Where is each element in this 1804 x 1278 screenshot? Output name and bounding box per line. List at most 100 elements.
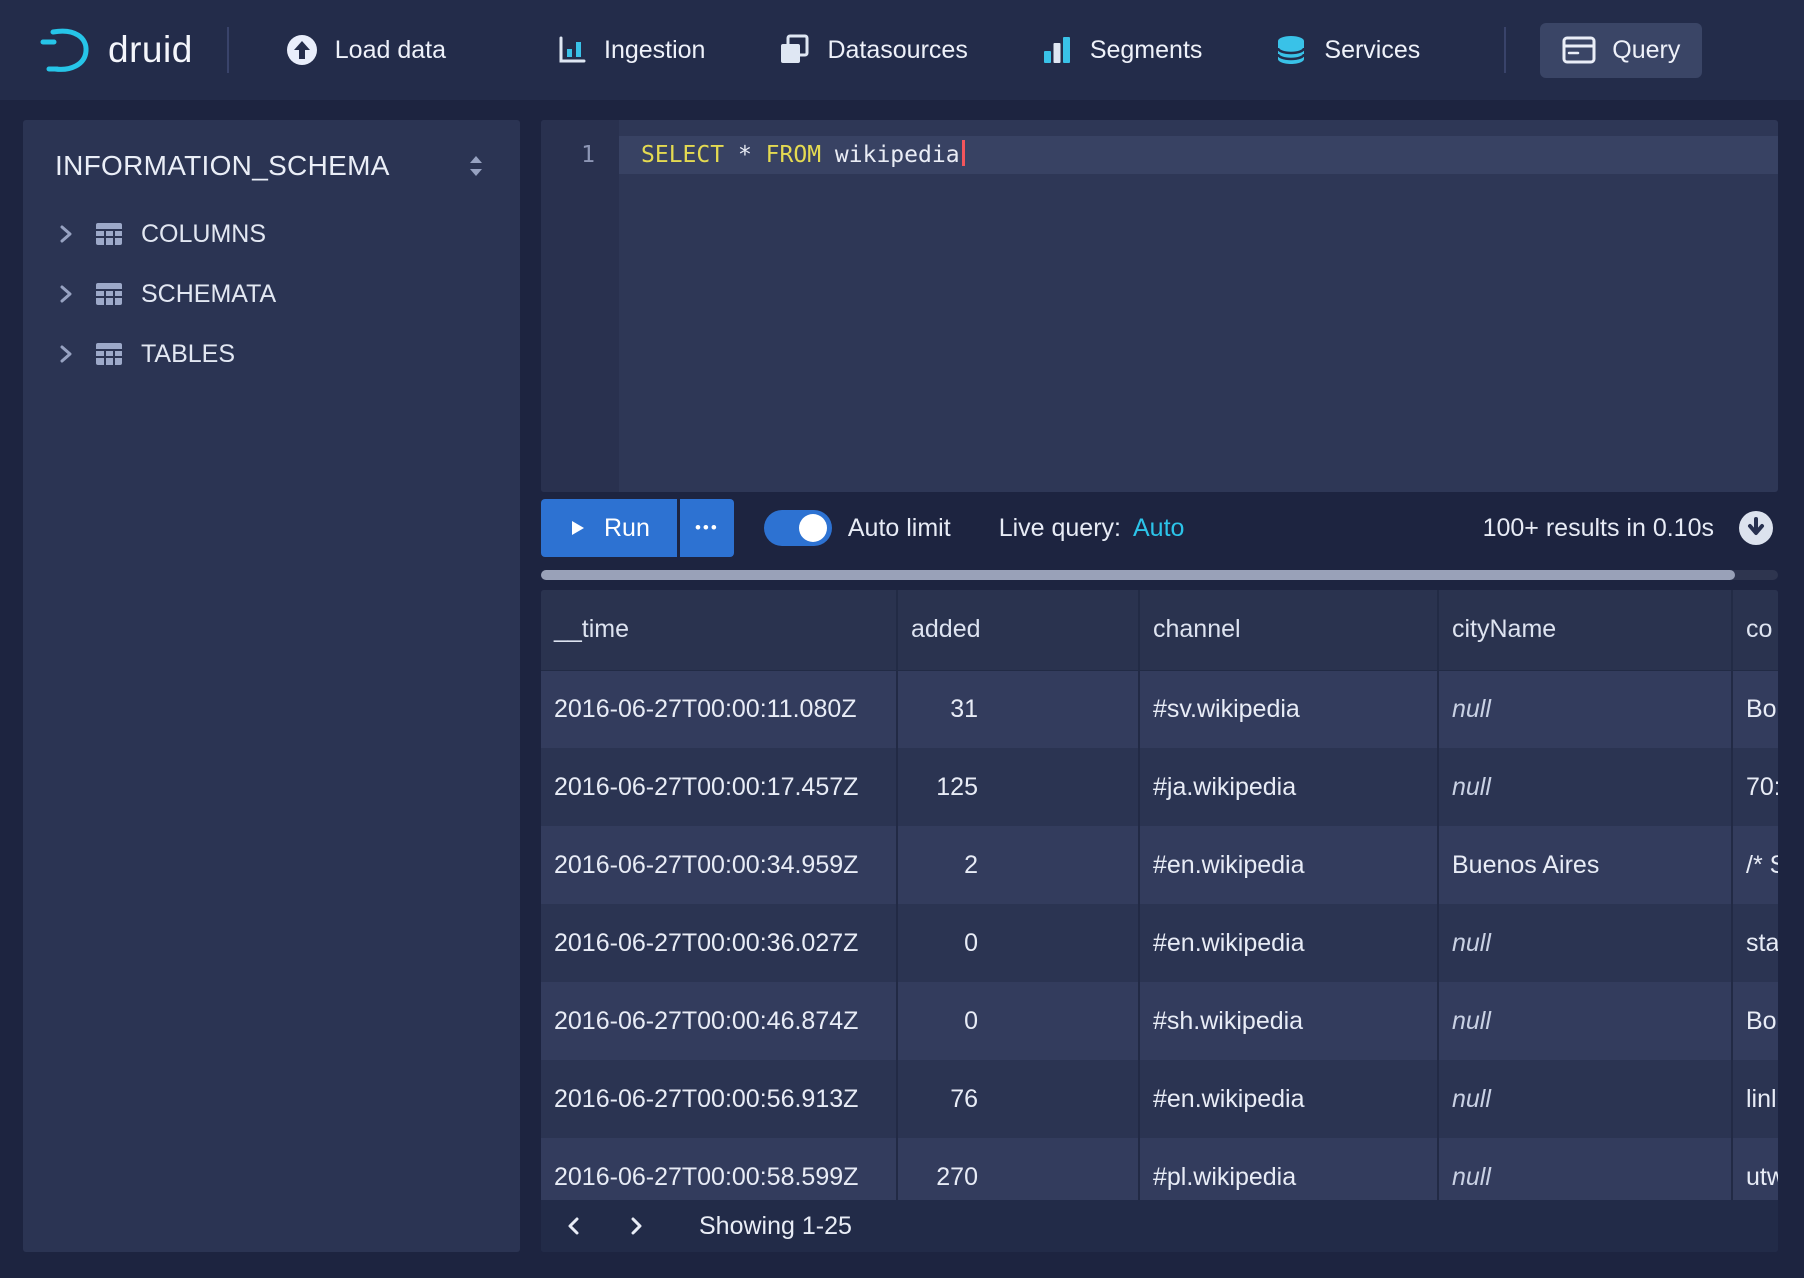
sql-editor[interactable]: 1 SELECT * FROM wikipedia: [541, 120, 1778, 492]
nav-item-load-data[interactable]: Load data: [263, 20, 468, 80]
table-row: 2016-06-27T00:00:11.080Z31#sv.wikipedian…: [541, 670, 1778, 748]
pagination-next-button[interactable]: [613, 1204, 657, 1248]
druid-logo-icon: [40, 26, 92, 74]
table-row: 2016-06-27T00:00:46.874Z0#sh.wikipedianu…: [541, 982, 1778, 1060]
nav-item-datasources[interactable]: Datasources: [755, 20, 989, 80]
sql-table-ref: wikipedia: [835, 142, 960, 168]
table-cell[interactable]: linl: [1732, 1060, 1778, 1138]
chevron-right-icon: [624, 1215, 646, 1237]
table-row: 2016-06-27T00:00:34.959Z2#en.wikipediaBu…: [541, 826, 1778, 904]
table-cell[interactable]: null: [1438, 904, 1732, 982]
live-query-label: Live query:: [999, 514, 1121, 543]
table-cell[interactable]: 2016-06-27T00:00:34.959Z: [541, 826, 897, 904]
results-header-row: __timeaddedchannelcityNameco: [541, 590, 1778, 670]
table-cell[interactable]: #sh.wikipedia: [1139, 982, 1438, 1060]
column-header-co[interactable]: co: [1732, 590, 1778, 670]
table-cell[interactable]: 76: [897, 1060, 1139, 1138]
table-cell[interactable]: null: [1438, 748, 1732, 826]
table-cell[interactable]: 2016-06-27T00:00:17.457Z: [541, 748, 897, 826]
table-cell[interactable]: #sv.wikipedia: [1139, 670, 1438, 748]
chevron-right-icon: [53, 342, 77, 366]
chevron-left-icon: [564, 1215, 586, 1237]
table-cell[interactable]: Bo: [1732, 982, 1778, 1060]
brand[interactable]: druid: [40, 26, 193, 74]
table-icon: [94, 221, 124, 247]
table-cell[interactable]: null: [1438, 982, 1732, 1060]
pagination-prev-button[interactable]: [553, 1204, 597, 1248]
column-header-channel[interactable]: channel: [1139, 590, 1438, 670]
scrollbar-thumb[interactable]: [541, 570, 1735, 580]
table-cell[interactable]: null: [1438, 1060, 1732, 1138]
play-icon: [568, 519, 586, 537]
table-cell[interactable]: 125: [897, 748, 1139, 826]
double-caret-sort-icon[interactable]: [464, 153, 488, 179]
table-icon: [94, 281, 124, 307]
tree-item-label: TABLES: [141, 340, 235, 369]
nav-item-label: Services: [1324, 36, 1420, 65]
tree-item-label: COLUMNS: [141, 220, 266, 249]
nav-item-label: Segments: [1090, 36, 1203, 65]
table-row: 2016-06-27T00:00:36.027Z0#en.wikipedianu…: [541, 904, 1778, 982]
query-toolbar: Run ••• Auto limit Live query: Auto 100+…: [541, 499, 1778, 557]
ingestion-chart-icon: [556, 34, 588, 66]
live-query-value[interactable]: Auto: [1133, 514, 1184, 543]
nav-item-query[interactable]: Query: [1540, 23, 1702, 78]
table-cell[interactable]: 2016-06-27T00:00:36.027Z: [541, 904, 897, 982]
download-icon[interactable]: [1736, 508, 1776, 548]
tree-item-label: SCHEMATA: [141, 280, 276, 309]
table-cell[interactable]: 2016-06-27T00:00:46.874Z: [541, 982, 897, 1060]
table-cell[interactable]: /* S: [1732, 826, 1778, 904]
results-body: 2016-06-27T00:00:11.080Z31#sv.wikipedian…: [541, 670, 1778, 1216]
column-header-__time[interactable]: __time: [541, 590, 897, 670]
table-cell[interactable]: 0: [897, 982, 1139, 1060]
tree-item-schemata[interactable]: SCHEMATA: [23, 264, 520, 324]
table-cell[interactable]: Buenos Aires: [1438, 826, 1732, 904]
column-header-cityName[interactable]: cityName: [1438, 590, 1732, 670]
results-footer: Showing 1-25: [541, 1200, 1778, 1252]
top-nav: druid Load data Ingestion Dat: [0, 0, 1804, 100]
chevron-right-icon: [53, 222, 77, 246]
table-cell[interactable]: 2: [897, 826, 1139, 904]
query-console-icon: [1562, 36, 1596, 64]
table-cell[interactable]: #en.wikipedia: [1139, 826, 1438, 904]
run-button[interactable]: Run: [541, 499, 677, 557]
table-cell[interactable]: 2016-06-27T00:00:11.080Z: [541, 670, 897, 748]
nav-item-segments[interactable]: Segments: [1018, 20, 1225, 80]
table-cell[interactable]: 31: [897, 670, 1139, 748]
schema-title: INFORMATION_SCHEMA: [55, 150, 390, 182]
text-cursor: [962, 140, 965, 166]
line-number: 1: [581, 142, 595, 168]
table-cell[interactable]: 2016-06-27T00:00:56.913Z: [541, 1060, 897, 1138]
table-row: 2016-06-27T00:00:56.913Z76#en.wikipedian…: [541, 1060, 1778, 1138]
table-row: 2016-06-27T00:00:17.457Z125#ja.wikipedia…: [541, 748, 1778, 826]
tree-item-tables[interactable]: TABLES: [23, 324, 520, 384]
editor-gutter: 1: [541, 120, 619, 492]
table-cell[interactable]: #ja.wikipedia: [1139, 748, 1438, 826]
services-database-icon: [1274, 33, 1308, 67]
auto-limit-toggle[interactable]: [764, 510, 832, 546]
schema-tree: COLUMNS SCHEMATA: [23, 204, 520, 384]
table-cell[interactable]: #en.wikipedia: [1139, 904, 1438, 982]
datasources-stack-icon: [777, 33, 811, 67]
nav-item-services[interactable]: Services: [1252, 20, 1442, 80]
segments-bars-icon: [1040, 33, 1074, 67]
table-icon: [94, 341, 124, 367]
table-cell[interactable]: #en.wikipedia: [1139, 1060, 1438, 1138]
table-cell[interactable]: sta: [1732, 904, 1778, 982]
tree-item-columns[interactable]: COLUMNS: [23, 204, 520, 264]
table-cell[interactable]: 0: [897, 904, 1139, 982]
nav-item-ingestion[interactable]: Ingestion: [534, 21, 727, 79]
nav-divider: [1504, 27, 1506, 73]
horizontal-scrollbar[interactable]: [541, 570, 1778, 580]
table-cell[interactable]: 70:: [1732, 748, 1778, 826]
table-cell[interactable]: null: [1438, 670, 1732, 748]
brand-name: druid: [108, 29, 193, 71]
results-table: __timeaddedchannelcityNameco 2016-06-27T…: [541, 590, 1778, 1216]
column-header-added[interactable]: added: [897, 590, 1139, 670]
nav-item-label: Ingestion: [604, 36, 705, 65]
table-cell[interactable]: Bo: [1732, 670, 1778, 748]
code-line: SELECT * FROM wikipedia: [619, 136, 965, 174]
chevron-right-icon: [53, 282, 77, 306]
results-panel: __timeaddedchannelcityNameco 2016-06-27T…: [541, 590, 1778, 1252]
run-more-button[interactable]: •••: [680, 499, 734, 557]
